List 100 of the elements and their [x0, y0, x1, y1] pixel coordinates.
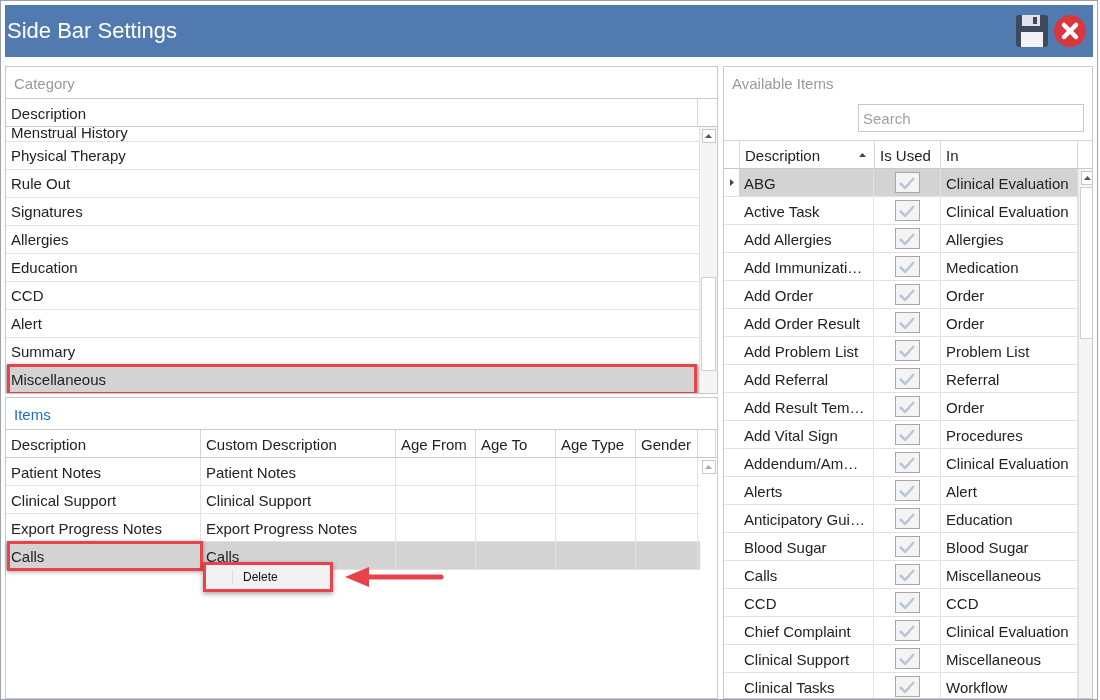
- table-row[interactable]: Add Vital Sign Procedures: [724, 421, 1078, 449]
- table-cell: Clinical Support: [739, 645, 874, 672]
- table-cell: Chief Complaint: [739, 617, 874, 644]
- table-cell: Clinical Support: [6, 486, 201, 513]
- column-header[interactable]: Is Used: [875, 141, 941, 168]
- check-icon: [899, 428, 915, 441]
- category-item[interactable]: Education: [6, 254, 699, 282]
- checkbox[interactable]: [894, 452, 920, 473]
- category-item[interactable]: Menstrual History: [6, 127, 699, 142]
- table-row[interactable]: Add Problem List Problem List: [724, 337, 1078, 365]
- search-field[interactable]: Search: [858, 104, 1084, 132]
- checkbox[interactable]: [894, 564, 920, 585]
- check-icon: [899, 344, 915, 357]
- checkbox[interactable]: [894, 508, 920, 529]
- table-row[interactable]: Clinical Tasks Workflow: [724, 673, 1078, 698]
- category-item[interactable]: CCD: [6, 282, 699, 310]
- category-label: Signatures: [10, 203, 83, 220]
- sort-up-icon: [859, 153, 866, 157]
- checkbox[interactable]: [894, 312, 920, 333]
- checkbox[interactable]: [894, 424, 920, 445]
- category-item[interactable]: Alert: [6, 310, 699, 338]
- save-icon[interactable]: [1015, 14, 1049, 48]
- column-header[interactable]: Description: [6, 99, 698, 126]
- checkbox[interactable]: [894, 368, 920, 389]
- category-label: Rule Out: [10, 175, 71, 192]
- checkbox[interactable]: [894, 676, 920, 697]
- column-header[interactable]: In: [941, 141, 1078, 168]
- column-header[interactable]: Age Type: [556, 430, 636, 457]
- table-row[interactable]: Add Result Tem… Order: [724, 393, 1078, 421]
- check-icon: [899, 540, 915, 553]
- category-item[interactable]: Allergies: [6, 226, 699, 254]
- category-label: CCD: [10, 287, 44, 304]
- checkbox[interactable]: [894, 620, 920, 641]
- check-icon: [899, 400, 915, 413]
- column-header[interactable]: Gender: [636, 430, 698, 457]
- table-row[interactable]: Blood Sugar Blood Sugar: [724, 533, 1078, 561]
- table-row[interactable]: Add Order Result Order: [724, 309, 1078, 337]
- table-row[interactable]: Add Order Order: [724, 281, 1078, 309]
- table-row[interactable]: Add Allergies Allergies: [724, 225, 1078, 253]
- checkbox[interactable]: [894, 284, 920, 305]
- check-icon: [899, 484, 915, 497]
- table-row[interactable]: Clinical Support Miscellaneous: [724, 645, 1078, 673]
- table-cell: Calls: [739, 561, 874, 588]
- column-header[interactable]: Age To: [476, 430, 556, 457]
- check-icon: [899, 288, 915, 301]
- table-row[interactable]: Alerts Alert: [724, 477, 1078, 505]
- table-row[interactable]: Chief Complaint Clinical Evaluation: [724, 617, 1078, 645]
- item-row[interactable]: Calls Calls: [6, 542, 700, 570]
- table-cell: Clinical Tasks: [739, 673, 874, 698]
- checkbox[interactable]: [894, 480, 920, 501]
- category-label: Education: [10, 259, 78, 276]
- column-header[interactable]: Custom Description: [201, 430, 396, 457]
- table-cell: Blood Sugar: [739, 533, 874, 560]
- column-header[interactable]: Description: [6, 430, 201, 457]
- column-header[interactable]: Description: [740, 141, 875, 168]
- current-row-icon: [729, 179, 734, 186]
- scroll-thumb[interactable]: [701, 277, 716, 371]
- table-row[interactable]: Anticipatory Gui… Education: [724, 505, 1078, 533]
- check-icon: [899, 680, 915, 693]
- checkbox[interactable]: [894, 396, 920, 417]
- checkbox[interactable]: [894, 228, 920, 249]
- checkbox[interactable]: [894, 648, 920, 669]
- check-icon: [899, 176, 915, 189]
- item-row[interactable]: Clinical Support Clinical Support: [6, 486, 700, 514]
- checkbox[interactable]: [894, 536, 920, 557]
- table-cell: Add Vital Sign: [739, 421, 874, 448]
- scroll-thumb[interactable]: [1080, 187, 1092, 339]
- table-cell: Patient Notes: [201, 458, 396, 485]
- table-row[interactable]: Calls Miscellaneous: [724, 561, 1078, 589]
- category-item[interactable]: Miscellaneous: [6, 366, 699, 393]
- category-label: Miscellaneous: [10, 371, 107, 388]
- checkbox[interactable]: [894, 256, 920, 277]
- category-item[interactable]: Signatures: [6, 198, 699, 226]
- check-icon: [899, 204, 915, 217]
- table-row[interactable]: CCD CCD: [724, 589, 1078, 617]
- close-icon[interactable]: [1053, 14, 1087, 48]
- column-header[interactable]: Age From: [396, 430, 476, 457]
- window-title: Side Bar Settings: [7, 18, 177, 44]
- table-cell: Patient Notes: [6, 458, 201, 485]
- item-row[interactable]: Patient Notes Patient Notes: [6, 458, 700, 486]
- table-cell: Export Progress Notes: [201, 514, 396, 541]
- scrollbar[interactable]: [1078, 169, 1092, 698]
- checkbox[interactable]: [894, 172, 920, 193]
- table-row[interactable]: Addendum/Am… Clinical Evaluation: [724, 449, 1078, 477]
- table-row[interactable]: ABG Clinical Evaluation: [724, 169, 1078, 197]
- table-row[interactable]: Add Referral Referral: [724, 365, 1078, 393]
- scrollbar[interactable]: [699, 127, 717, 393]
- menu-item[interactable]: Delete: [232, 570, 278, 584]
- table-row[interactable]: Add Immunizati… Medication: [724, 253, 1078, 281]
- checkbox[interactable]: [894, 200, 920, 221]
- checkbox[interactable]: [894, 592, 920, 613]
- category-item[interactable]: Rule Out: [6, 170, 699, 198]
- scroll-up-icon[interactable]: [705, 134, 712, 138]
- table-cell: Add Order Result: [739, 309, 874, 336]
- table-row[interactable]: Active Task Clinical Evaluation: [724, 197, 1078, 225]
- scroll-up-icon[interactable]: [1084, 176, 1091, 180]
- category-item[interactable]: Physical Therapy: [6, 142, 699, 170]
- check-icon: [899, 568, 915, 581]
- table-cell: Alerts: [739, 477, 874, 504]
- checkbox[interactable]: [894, 340, 920, 361]
